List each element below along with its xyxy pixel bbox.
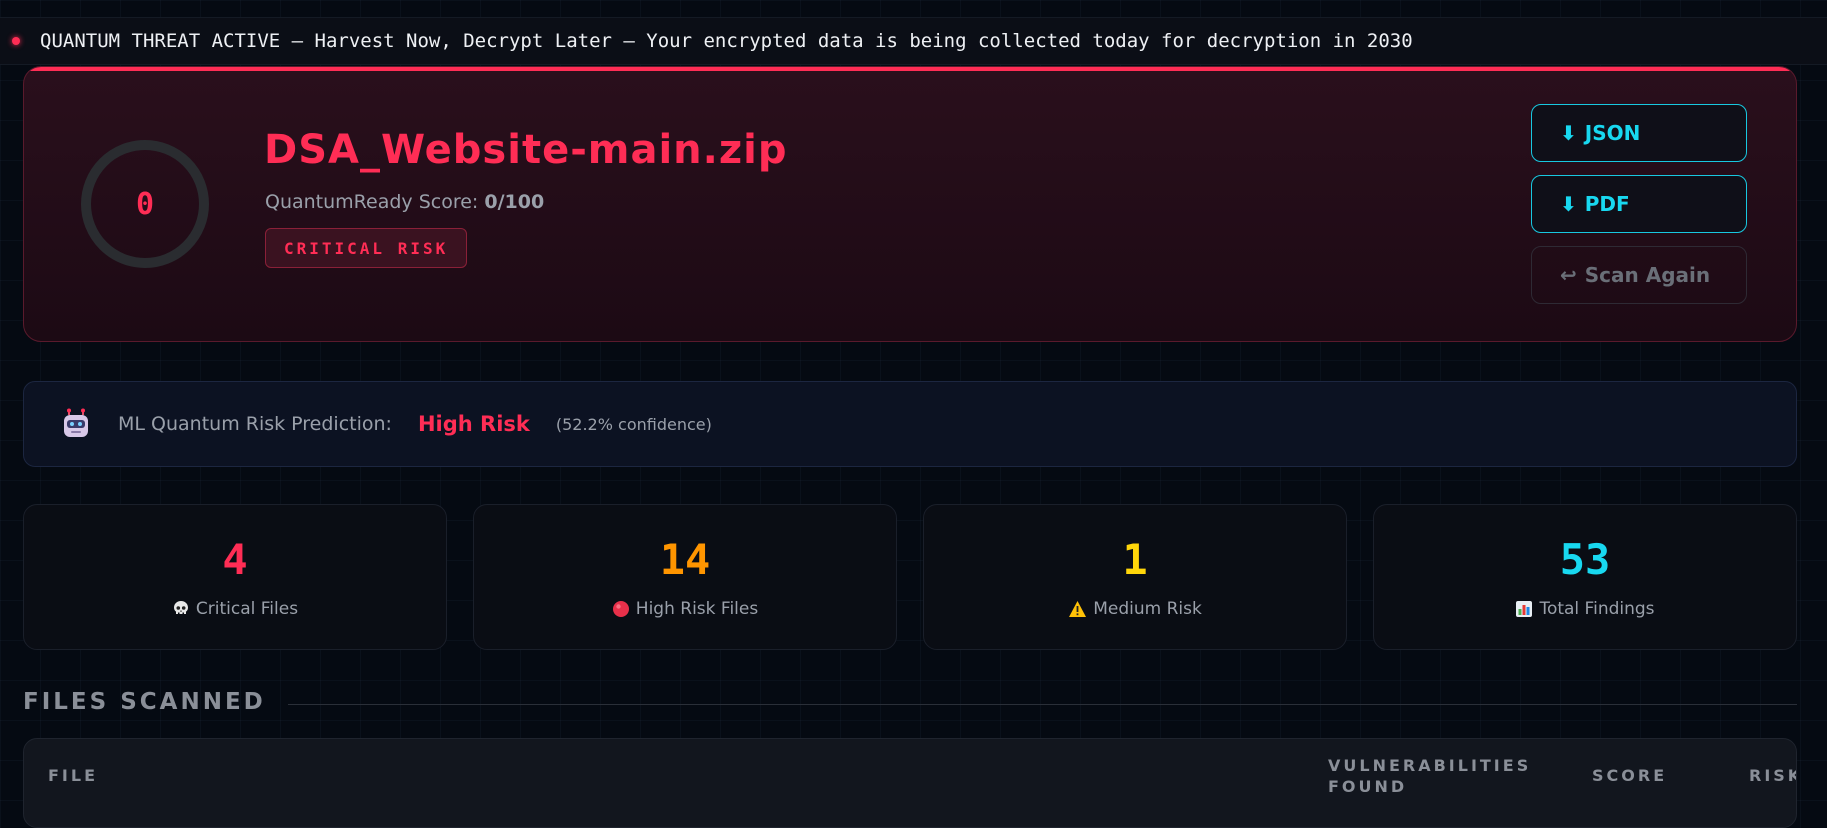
column-header-risk[interactable]: RISK <box>1749 765 1796 786</box>
download-json-button[interactable]: ⬇ JSON <box>1531 104 1747 162</box>
ml-prediction-bar: ML Quantum Risk Prediction: High Risk (5… <box>23 381 1797 467</box>
stat-label-row: Total Findings <box>1515 599 1655 619</box>
stat-label-row: Critical Files <box>172 599 298 619</box>
score-ring: 0 <box>81 140 209 268</box>
stat-card-medium-risk: 1 Medium Risk <box>923 504 1347 650</box>
risk-level-badge: CRITICAL RISK <box>265 228 468 268</box>
download-json-label: JSON <box>1584 121 1641 145</box>
stat-value: 1 <box>1122 535 1148 584</box>
ml-prediction-label: ML Quantum Risk Prediction: <box>118 413 392 435</box>
critical-accent-line <box>24 67 1796 71</box>
files-scanned-heading: FILES SCANNED <box>23 689 266 715</box>
column-header-score[interactable]: SCORE <box>1592 765 1667 786</box>
return-arrow-icon: ↩ <box>1560 263 1577 287</box>
ml-prediction-value: High Risk <box>417 412 530 436</box>
skull-icon <box>172 600 190 618</box>
stat-card-critical: 4 Critical Files <box>23 504 447 650</box>
column-header-vulnerabilities[interactable]: VULNERABILITIES FOUND <box>1328 755 1558 797</box>
section-divider <box>288 704 1797 705</box>
stat-label-row: High Risk Files <box>612 599 758 619</box>
ml-confidence: (52.2% confidence) <box>555 414 712 434</box>
warning-icon <box>1068 600 1087 618</box>
download-pdf-button[interactable]: ⬇ PDF <box>1531 175 1747 233</box>
alert-dot-icon <box>12 37 20 45</box>
download-icon: ⬇ <box>1560 192 1577 216</box>
download-icon: ⬇ <box>1560 121 1577 145</box>
scan-again-label: Scan Again <box>1584 263 1711 287</box>
bar-chart-icon <box>1515 600 1533 618</box>
stat-label: Total Findings <box>1539 599 1655 619</box>
column-header-file[interactable]: FILE <box>48 765 98 786</box>
stat-card-total-findings: 53 Total Findings <box>1373 504 1797 650</box>
files-table: FILE VULNERABILITIES FOUND SCORE RISK <box>23 738 1797 828</box>
robot-icon <box>60 408 92 440</box>
threat-ticker: QUANTUM THREAT ACTIVE — Harvest Now, Dec… <box>0 17 1827 65</box>
quantum-ready-score: QuantumReady Score: 0/100 <box>265 191 544 213</box>
score-label: QuantumReady Score: <box>265 191 479 213</box>
scanned-file-name: DSA_Website-main.zip <box>264 127 788 173</box>
stat-card-high-risk: 14 High Risk Files <box>473 504 897 650</box>
stat-label: Critical Files <box>195 599 299 619</box>
download-pdf-label: PDF <box>1584 192 1630 216</box>
score-ring-value: 0 <box>135 186 155 222</box>
stat-label: Medium Risk <box>1093 599 1202 619</box>
stat-value: 14 <box>659 535 711 584</box>
stat-value: 53 <box>1559 535 1611 584</box>
red-circle-icon <box>612 600 630 618</box>
scan-result-card: 0 DSA_Website-main.zip QuantumReady Scor… <box>23 66 1797 342</box>
stat-label-row: Medium Risk <box>1068 599 1202 619</box>
stat-label: High Risk Files <box>635 599 759 619</box>
score-text: 0/100 <box>484 191 545 213</box>
scan-again-button[interactable]: ↩ Scan Again <box>1531 246 1747 304</box>
stat-value: 4 <box>222 535 248 584</box>
ticker-text: QUANTUM THREAT ACTIVE — Harvest Now, Dec… <box>40 30 1413 52</box>
